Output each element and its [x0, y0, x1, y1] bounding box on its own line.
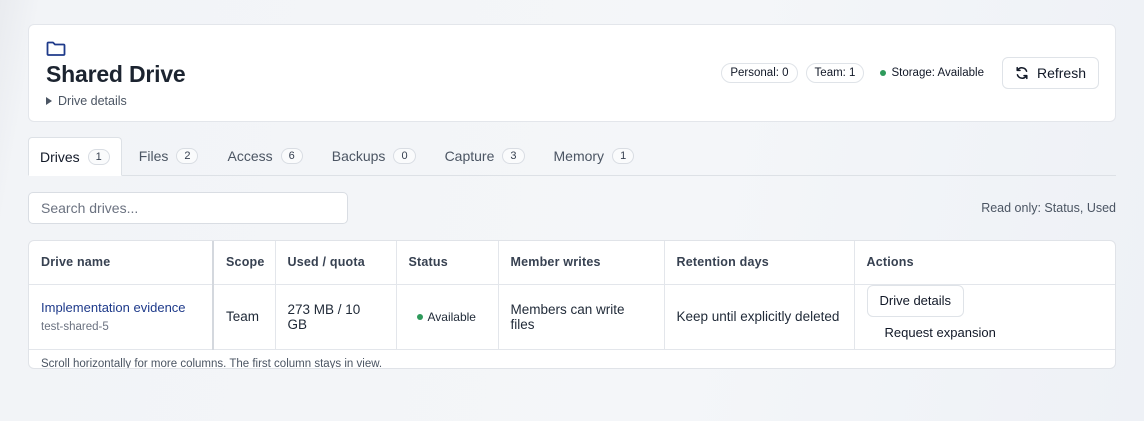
readonly-note: Read only: Status, Used [981, 201, 1116, 215]
disclosure-triangle-icon [46, 97, 52, 105]
drive-name-cell: Implementation evidence test-shared-5 [29, 284, 214, 350]
search-drives-input[interactable] [28, 192, 348, 224]
tab-label: Files [138, 148, 169, 164]
tab-capture[interactable]: Capture 3 [433, 137, 537, 175]
folder-icon [46, 41, 66, 56]
drive-details-toggle-label: Drive details [58, 94, 127, 108]
drive-details-toggle[interactable]: Drive details [46, 94, 127, 108]
retention-days-cell: Keep until explicitly deleted [664, 284, 855, 350]
drives-table-card[interactable]: Drive name Scope Used / quota Status Mem… [28, 240, 1116, 369]
storage-status: Storage: Available [880, 67, 984, 79]
member-writes-cell: Members can write files [498, 284, 665, 350]
scope-cell: Team [213, 284, 276, 350]
header-card: Shared Drive Drive details Personal: 0 T… [28, 24, 1116, 122]
tab-label: Access [227, 148, 273, 164]
column-header-actions: Actions [854, 241, 1115, 285]
actions-cell: Drive details Request expansion [854, 284, 1115, 350]
tab-bar: Drives 1 Files 2 Access 6 Backups 0 Capt… [28, 137, 1116, 176]
personal-count-pill: Personal: 0 [721, 63, 798, 83]
status-dot-icon [416, 313, 423, 320]
drive-id: test-shared-5 [41, 321, 109, 333]
column-header-scope: Scope [213, 241, 276, 285]
status-label: Available [427, 309, 476, 324]
page-title: Shared Drive [46, 61, 186, 87]
tab-access[interactable]: Access 6 [215, 137, 314, 175]
table-header-row: Drive name Scope Used / quota Status Mem… [29, 241, 1115, 285]
column-header-member-writes: Member writes [498, 241, 665, 285]
tab-memory[interactable]: Memory 1 [542, 137, 647, 175]
column-header-status: Status [396, 241, 499, 285]
tab-count-badge: 1 [87, 148, 110, 165]
tab-count-badge: 2 [176, 148, 199, 164]
tab-count-badge: 3 [502, 148, 525, 164]
team-count-pill: Team: 1 [805, 63, 865, 83]
refresh-button-label: Refresh [1036, 65, 1086, 81]
tab-count-badge: 6 [280, 148, 303, 164]
tab-drives[interactable]: Drives 1 [28, 137, 122, 176]
request-expansion-button[interactable]: Request expansion [873, 317, 1008, 349]
column-header-drive-name: Drive name [29, 241, 214, 285]
storage-status-label: Storage: Available [891, 67, 984, 79]
refresh-icon [1016, 66, 1028, 80]
drive-details-button[interactable]: Drive details [866, 284, 965, 317]
drive-name-link[interactable]: Implementation evidence [41, 300, 200, 315]
used-quota-cell: 273 MB / 10 GB [275, 284, 397, 350]
table-footer-note: Scroll horizontally for more columns. Th… [41, 357, 383, 369]
tab-count-badge: 1 [612, 148, 635, 164]
tab-count-badge: 0 [393, 148, 416, 164]
tab-label: Drives [40, 148, 80, 165]
column-header-used-quota: Used / quota [275, 241, 397, 285]
tab-files[interactable]: Files 2 [127, 137, 211, 175]
table-row: Implementation evidence test-shared-5 Te… [29, 284, 1115, 350]
status-dot-icon [880, 70, 887, 76]
refresh-button[interactable]: Refresh [1001, 57, 1099, 89]
tab-label: Memory [553, 148, 605, 164]
header-summary: Personal: 0 Team: 1 Storage: Available R… [721, 57, 1099, 89]
tab-label: Capture [444, 148, 495, 164]
tab-label: Backups [331, 148, 386, 164]
tab-backups[interactable]: Backups 0 [320, 137, 428, 175]
drives-table: Drive name Scope Used / quota Status Mem… [29, 241, 1115, 350]
column-header-retention-days: Retention days [664, 241, 855, 285]
status-cell: Available [396, 284, 499, 350]
